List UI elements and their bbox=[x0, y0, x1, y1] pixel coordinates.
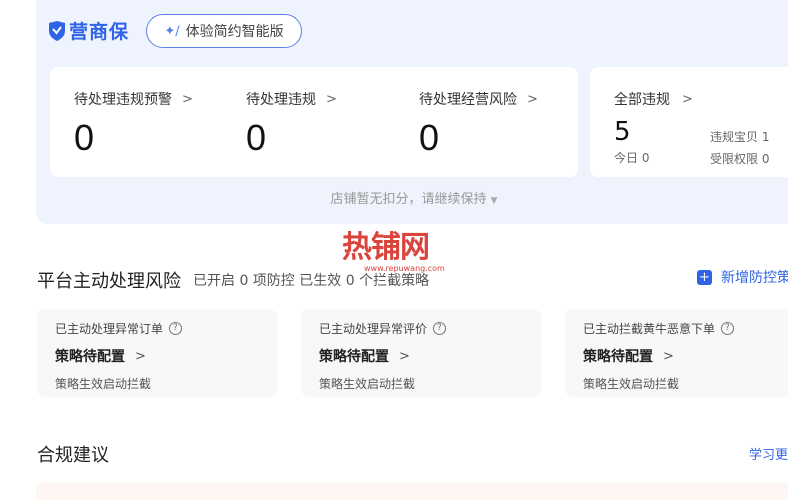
risk-card-abnormal-reviews[interactable]: 已主动处理异常评价 ? 策略待配置 > 策略生效启动拦截 bbox=[301, 309, 541, 397]
violations-today: 今日 0 bbox=[614, 151, 650, 165]
stat-pending-warnings[interactable]: 待处理违规预警 > 0 bbox=[74, 89, 193, 159]
risk-card-title: 已主动处理异常订单 bbox=[55, 322, 164, 336]
shield-logo-icon bbox=[49, 20, 65, 41]
learn-more-link[interactable]: 学习更 bbox=[749, 444, 788, 463]
add-strategy-button[interactable]: + 新增防控策 bbox=[697, 267, 788, 287]
chevron-right-icon: > bbox=[135, 348, 146, 364]
plus-square-icon: + bbox=[697, 269, 712, 285]
sparkle-icon: ✦∕ bbox=[164, 23, 180, 39]
shop-score-note[interactable]: 店铺暂无扣分，请继续保持 ▼ bbox=[0, 188, 788, 207]
risk-card-abnormal-orders[interactable]: 已主动处理异常订单 ? 策略待配置 > 策略生效启动拦截 bbox=[37, 309, 277, 397]
stat-value: 0 bbox=[74, 117, 95, 158]
risk-card-desc: 策略生效启动拦截 bbox=[583, 377, 680, 391]
platform-risk-title: 平台主动处理风险 bbox=[37, 271, 181, 292]
stat-pending-risks[interactable]: 待处理经营风险 > 0 bbox=[419, 89, 538, 159]
switch-version-label: 体验简约智能版 bbox=[185, 24, 284, 40]
risk-card-desc: 策略生效启动拦截 bbox=[319, 377, 416, 391]
risk-card-scalper-orders[interactable]: 已主动拦截黄牛恶意下单 ? 策略待配置 > 策略生效启动拦截 bbox=[565, 309, 788, 397]
all-violations-card[interactable]: 全部违规 > 5 今日 0 违规宝贝 1 受限权限 0 bbox=[590, 67, 788, 177]
compliance-title: 合规建议 bbox=[37, 445, 109, 466]
compliance-card bbox=[36, 482, 788, 500]
risk-card-status: 策略待配置 bbox=[583, 349, 653, 365]
stat-value: 0 bbox=[246, 117, 267, 158]
chevron-right-icon: > bbox=[182, 91, 193, 107]
question-circle-icon[interactable]: ? bbox=[433, 322, 447, 335]
chevron-right-icon: > bbox=[326, 91, 337, 107]
caret-down-icon: ▼ bbox=[490, 196, 498, 206]
violations-title: 全部违规 bbox=[614, 92, 670, 108]
question-circle-icon[interactable]: ? bbox=[721, 322, 735, 335]
stat-title: 待处理违规 bbox=[246, 92, 316, 108]
stat-title: 待处理经营风险 bbox=[419, 92, 517, 108]
logo-text: 营商保 bbox=[69, 21, 130, 43]
shop-note-text: 店铺暂无扣分，请继续保持 bbox=[330, 192, 487, 207]
stat-pending-violations[interactable]: 待处理违规 > 0 bbox=[246, 89, 337, 159]
chevron-right-icon: > bbox=[682, 91, 693, 107]
add-strategy-label: 新增防控策 bbox=[721, 270, 788, 286]
chevron-right-icon: > bbox=[399, 348, 410, 364]
violations-item: 违规宝贝 1 bbox=[710, 130, 770, 144]
risk-card-status: 策略待配置 bbox=[55, 349, 125, 365]
risk-card-status: 策略待配置 bbox=[319, 349, 389, 365]
chevron-right-icon: > bbox=[663, 348, 674, 364]
risk-card-title: 已主动处理异常评价 bbox=[319, 322, 428, 336]
brand-logo[interactable]: 营商保 bbox=[48, 17, 129, 44]
watermark-text: 热铺网 bbox=[342, 230, 430, 265]
stat-value: 0 bbox=[419, 117, 440, 158]
platform-risk-subtitle: 已开启 0 项防控 已生效 0 个拦截策略 bbox=[193, 273, 430, 289]
chevron-right-icon: > bbox=[527, 91, 538, 107]
stat-title: 待处理违规预警 bbox=[74, 92, 172, 108]
violations-total: 5 bbox=[614, 117, 631, 147]
violations-item: 受限权限 0 bbox=[710, 152, 770, 166]
risk-card-title: 已主动拦截黄牛恶意下单 bbox=[583, 322, 716, 336]
question-circle-icon[interactable]: ? bbox=[169, 322, 183, 335]
pending-stats-card: 待处理违规预警 > 0 待处理违规 > 0 待处理经营风险 > 0 bbox=[50, 67, 578, 177]
risk-card-desc: 策略生效启动拦截 bbox=[55, 377, 152, 391]
switch-version-button[interactable]: ✦∕ 体验简约智能版 bbox=[146, 14, 302, 48]
